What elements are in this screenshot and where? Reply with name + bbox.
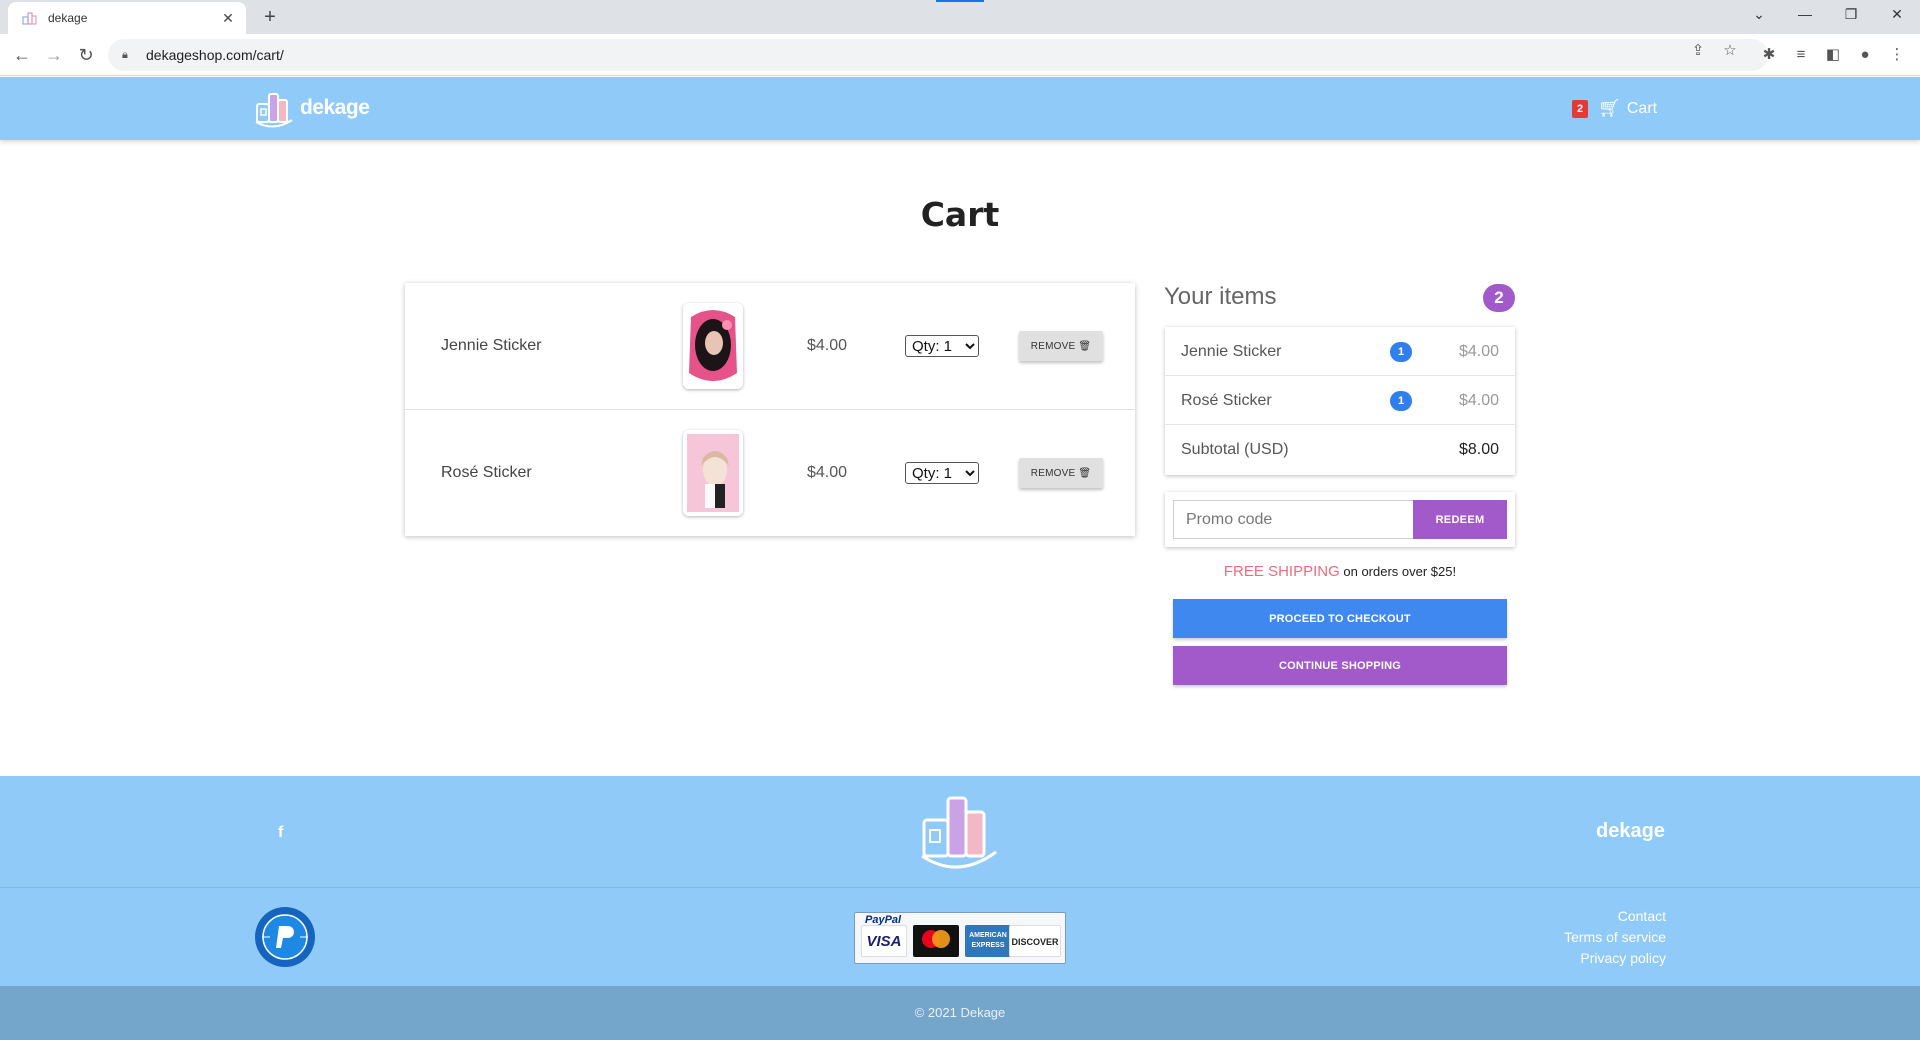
brand-wordmark: dekage — [300, 96, 370, 119]
footer-brand: dekage — [1596, 820, 1665, 842]
forward-icon[interactable]: → — [42, 43, 66, 67]
side-panel-icon[interactable]: ◧ — [1820, 42, 1846, 68]
cart-label: Cart — [1626, 99, 1658, 117]
item-thumbnail[interactable] — [683, 303, 743, 389]
media-icon[interactable]: ≡ — [1788, 42, 1814, 68]
browser-tab-strip: dekage ✕ + ⌄ — ❐ ✕ — [0, 0, 1920, 34]
rose-sticker-image — [683, 430, 743, 516]
cart-row: Rosé Sticker $4.00 Qty: 1 REMOVE 🗑︎ — [405, 409, 1135, 535]
quantity-select[interactable]: Qty: 1 — [905, 335, 979, 357]
cart-count-badge: 2 — [1572, 99, 1588, 118]
proceed-to-checkout-button[interactable]: PROCEED TO CHECKOUT — [1173, 599, 1507, 638]
terms-of-service-link[interactable]: Terms of service — [1564, 927, 1666, 948]
bookmark-star-icon[interactable]: ☆ — [1718, 39, 1742, 63]
summary-qty-badge: 1 — [1390, 342, 1412, 362]
footer-links: Contact Terms of service Privacy policy — [1564, 906, 1666, 969]
profile-icon[interactable]: ● — [1852, 42, 1878, 68]
summary-item-price: $4.00 — [1458, 392, 1499, 409]
summary-row: Rosé Sticker 1 $4.00 — [1165, 376, 1515, 425]
summary-item-name: Rosé Sticker — [1181, 392, 1272, 409]
tab-search-icon[interactable]: ⌄ — [1736, 0, 1782, 30]
visa-card-icon: VISA — [861, 925, 907, 957]
share-icon[interactable]: ⇪ — [1686, 39, 1710, 63]
reload-icon[interactable]: ↻ — [74, 43, 98, 67]
summary-row: Jennie Sticker 1 $4.00 — [1165, 327, 1515, 376]
summary-qty-badge: 1 — [1390, 391, 1412, 411]
dekage-logo-icon — [255, 93, 293, 128]
extensions-icon[interactable]: ✱ — [1756, 42, 1782, 68]
promo-code-input[interactable] — [1173, 500, 1415, 539]
free-shipping-note: FREE SHIPPING on orders over $25! — [1165, 563, 1515, 580]
minimize-icon[interactable]: — — [1782, 0, 1828, 30]
site-favicon-icon — [22, 12, 37, 25]
contact-link[interactable]: Contact — [1564, 906, 1666, 927]
footer-top: f dekage — [0, 776, 1920, 888]
tab-indicator — [936, 0, 984, 2]
cart-row: Jennie Sticker $4.00 Qty: 1 REMOVE 🗑︎ — [405, 283, 1135, 409]
subtotal-value: $8.00 — [1458, 441, 1499, 458]
promo-card: REDEEM — [1165, 492, 1515, 547]
page-title: Cart — [920, 195, 1000, 234]
redeem-button[interactable]: REDEEM — [1413, 500, 1507, 539]
remove-button[interactable]: REMOVE 🗑︎ — [1019, 331, 1103, 361]
site-header: dekage 2 🛒︎ Cart — [0, 77, 1920, 140]
item-thumbnail[interactable] — [683, 430, 743, 516]
mastercard-icon — [913, 925, 959, 957]
remove-label: REMOVE — [1030, 340, 1076, 352]
mastercard-circles — [922, 930, 950, 948]
url-text[interactable]: dekageshop.com/cart/ — [146, 47, 284, 63]
summary-count-badge: 2 — [1483, 284, 1515, 312]
cart-icon: 🛒︎ — [1598, 98, 1621, 118]
jennie-sticker-image — [683, 303, 743, 389]
facebook-icon[interactable]: f — [278, 824, 283, 842]
trash-icon: 🗑︎ — [1078, 340, 1092, 352]
quantity-select[interactable]: Qty: 1 — [905, 462, 979, 484]
footer-middle: PayPal VISA AMERICAN EXPRESS DISCOVER Co… — [0, 888, 1920, 986]
browser-tab[interactable]: dekage ✕ — [8, 2, 246, 34]
restore-icon[interactable]: ❐ — [1828, 0, 1874, 30]
remove-button[interactable]: REMOVE 🗑︎ — [1019, 458, 1103, 488]
amex-card-icon: AMERICAN EXPRESS — [965, 925, 1011, 957]
remove-label: REMOVE — [1030, 467, 1076, 479]
discover-card-icon: DISCOVER — [1009, 925, 1061, 957]
item-price: $4.00 — [807, 337, 848, 354]
omnibox[interactable]: 🔒︎ dekageshop.com/cart/ — [108, 39, 1768, 71]
item-name: Rosé Sticker — [441, 464, 532, 481]
lock-icon: 🔒︎ — [122, 48, 128, 61]
tab-title: dekage — [48, 11, 88, 25]
tab-close-icon[interactable]: ✕ — [220, 10, 236, 27]
window-close-icon[interactable]: ✕ — [1874, 0, 1920, 30]
free-shipping-text: on orders over $25! — [1343, 564, 1457, 579]
payment-methods: PayPal VISA AMERICAN EXPRESS DISCOVER — [854, 912, 1066, 964]
footer-logo-icon[interactable] — [918, 790, 1004, 874]
summary-item-name: Jennie Sticker — [1181, 343, 1282, 360]
address-bar: ← → ↻ 🔒︎ dekageshop.com/cart/ ⇪ ☆ ✱ ≡ ◧ … — [0, 34, 1920, 76]
order-summary: Jennie Sticker 1 $4.00 Rosé Sticker 1 $4… — [1165, 327, 1515, 475]
new-tab-icon[interactable]: + — [258, 6, 282, 30]
free-shipping-highlight: FREE SHIPPING — [1223, 563, 1340, 580]
header-cart-link[interactable]: 2 🛒︎ Cart — [1572, 98, 1657, 119]
back-icon[interactable]: ← — [10, 43, 34, 67]
trash-icon: 🗑︎ — [1078, 467, 1092, 479]
support-small-business-seal-icon — [255, 907, 315, 967]
summary-item-price: $4.00 — [1458, 343, 1499, 360]
subtotal-row: Subtotal (USD) $8.00 — [1165, 425, 1515, 474]
cart-items-card: Jennie Sticker $4.00 Qty: 1 REMOVE 🗑︎ Ro… — [405, 283, 1135, 536]
continue-shopping-button[interactable]: CONTINUE SHOPPING — [1173, 646, 1507, 685]
privacy-policy-link[interactable]: Privacy policy — [1564, 948, 1666, 969]
brand-logo[interactable]: dekage — [254, 88, 370, 128]
subtotal-label: Subtotal (USD) — [1181, 441, 1289, 458]
item-name: Jennie Sticker — [441, 337, 542, 354]
item-price: $4.00 — [807, 464, 848, 481]
copyright: © 2021 Dekage — [0, 986, 1920, 1040]
summary-heading: Your items — [1164, 283, 1277, 310]
menu-icon[interactable]: ⋮ — [1884, 42, 1910, 68]
